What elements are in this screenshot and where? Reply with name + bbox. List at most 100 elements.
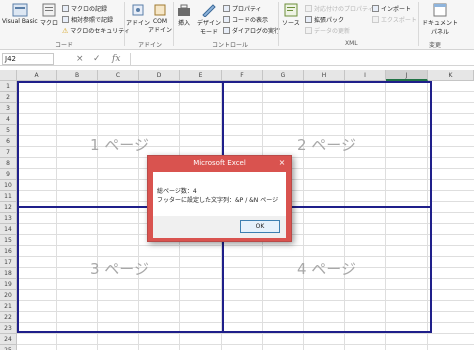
close-icon[interactable]: × xyxy=(276,158,288,168)
row-header[interactable]: 11 xyxy=(0,191,17,202)
row-header[interactable]: 16 xyxy=(0,246,17,257)
macro-button[interactable]: マクロ xyxy=(40,3,58,27)
dialog-title: Microsoft Excel xyxy=(193,159,246,167)
row-header[interactable]: 10 xyxy=(0,180,17,191)
insert-control-button[interactable]: 挿入 xyxy=(176,3,192,27)
macro-security-button[interactable]: ⚠ マクロのセキュリティ xyxy=(62,26,130,36)
design-mode-icon xyxy=(202,4,216,17)
column-header[interactable]: I xyxy=(345,70,386,81)
row-header[interactable]: 19 xyxy=(0,279,17,290)
ok-button[interactable]: OK xyxy=(240,220,280,233)
cancel-icon[interactable]: × xyxy=(76,53,84,65)
refresh-data-button[interactable]: データの更新 xyxy=(305,26,350,35)
refresh-data-icon xyxy=(305,27,312,34)
column-header[interactable]: G xyxy=(263,70,304,81)
row-header[interactable]: 13 xyxy=(0,213,17,224)
column-header[interactable]: J xyxy=(386,70,428,81)
source-button[interactable]: ソース xyxy=(282,3,300,27)
row-header[interactable]: 6 xyxy=(0,136,17,147)
visual-basic-button[interactable]: Visual Basic xyxy=(2,3,38,25)
relative-reference-button[interactable]: 相対参照で記録 xyxy=(62,15,113,24)
grid-column-line xyxy=(303,81,304,350)
column-header[interactable]: K xyxy=(428,70,474,81)
dialog-footer: OK xyxy=(153,216,286,238)
row-header[interactable]: 22 xyxy=(0,312,17,323)
grid-column-line xyxy=(56,81,57,350)
select-all-corner[interactable] xyxy=(0,70,17,81)
row-header[interactable]: 12 xyxy=(0,202,17,213)
ribbon-separator xyxy=(124,2,125,46)
grid-column-line xyxy=(344,81,345,350)
record-macro-icon xyxy=(62,5,69,12)
row-header[interactable]: 18 xyxy=(0,268,17,279)
grid-row-line xyxy=(17,256,474,257)
row-header[interactable]: 17 xyxy=(0,257,17,268)
row-header[interactable]: 2 xyxy=(0,92,17,103)
grid-column-line xyxy=(385,81,386,350)
message-box-dialog: Microsoft Excel × 総ページ数：4 フッターに設定した文字列：&… xyxy=(147,155,292,242)
grid-row-line xyxy=(17,245,474,246)
row-header[interactable]: 25 xyxy=(0,345,17,350)
row-header[interactable]: 5 xyxy=(0,125,17,136)
addin-button[interactable]: アドイン xyxy=(126,3,150,27)
map-properties-icon xyxy=(305,5,312,12)
row-header[interactable]: 8 xyxy=(0,158,17,169)
import-button[interactable]: インポート xyxy=(372,4,411,13)
column-header[interactable]: E xyxy=(180,70,222,81)
row-header[interactable]: 4 xyxy=(0,114,17,125)
row-header[interactable]: 21 xyxy=(0,301,17,312)
row-header[interactable]: 23 xyxy=(0,323,17,334)
design-mode-button[interactable]: デザイン モード xyxy=(197,3,221,36)
relative-reference-icon xyxy=(62,16,69,23)
column-header[interactable]: C xyxy=(98,70,139,81)
warning-icon: ⚠ xyxy=(62,26,69,35)
grid-row-line xyxy=(17,146,474,147)
name-box[interactable]: J42 xyxy=(2,53,54,65)
grid-row-line xyxy=(17,267,474,268)
addin-icon xyxy=(132,4,144,16)
export-icon xyxy=(372,16,379,23)
enter-icon[interactable]: ✓ xyxy=(93,53,101,65)
run-dialog-button[interactable]: ダイアログの実行 xyxy=(223,26,280,35)
record-macro-button[interactable]: マクロの記録 xyxy=(62,4,107,13)
column-header[interactable]: A xyxy=(17,70,57,81)
xml-source-icon xyxy=(284,3,298,17)
group-label-xml: XML xyxy=(345,40,358,47)
ribbon: Visual Basic マクロ マクロの記録 相対参照で記録 ⚠ マクロのセキ… xyxy=(0,0,474,50)
grid-row-line xyxy=(17,344,474,345)
grid-column-line xyxy=(427,81,428,350)
formula-input[interactable] xyxy=(130,53,472,65)
toolbox-icon xyxy=(178,4,190,16)
grid-column-line xyxy=(138,81,139,350)
macro-icon xyxy=(42,3,56,17)
row-header[interactable]: 7 xyxy=(0,147,17,158)
insert-function-icon[interactable]: fx xyxy=(112,53,120,65)
column-header[interactable]: D xyxy=(139,70,180,81)
com-addin-button[interactable]: COM アドイン xyxy=(148,3,172,34)
run-dialog-icon xyxy=(223,27,230,34)
row-header[interactable]: 3 xyxy=(0,103,17,114)
export-button[interactable]: エクスポート xyxy=(372,15,417,24)
row-header[interactable]: 1 xyxy=(0,81,17,92)
column-header[interactable]: H xyxy=(304,70,345,81)
import-icon xyxy=(372,5,379,12)
column-header[interactable]: F xyxy=(222,70,263,81)
row-header[interactable]: 14 xyxy=(0,224,17,235)
expansion-pack-button[interactable]: 拡張パック xyxy=(305,15,344,24)
view-code-button[interactable]: コードの表示 xyxy=(223,15,268,24)
ribbon-separator xyxy=(418,2,419,46)
visual-basic-icon xyxy=(12,3,28,17)
grid-row-line xyxy=(17,289,474,290)
group-label-code: コード xyxy=(55,42,74,49)
dialog-body: 総ページ数：4 フッターに設定した文字列：&P / &N ページ OK xyxy=(153,172,286,238)
document-panel-button[interactable]: ドキュメント パネル xyxy=(422,3,458,36)
row-header[interactable]: 24 xyxy=(0,334,17,345)
grid-row-line xyxy=(17,311,474,312)
properties-button[interactable]: プロパティ xyxy=(223,4,262,13)
column-header[interactable]: B xyxy=(57,70,98,81)
row-header[interactable]: 20 xyxy=(0,290,17,301)
map-properties-button[interactable]: 対応付けのプロパティ xyxy=(305,4,374,13)
group-label-modify: 変更 xyxy=(429,42,442,49)
row-header[interactable]: 9 xyxy=(0,169,17,180)
row-header[interactable]: 15 xyxy=(0,235,17,246)
